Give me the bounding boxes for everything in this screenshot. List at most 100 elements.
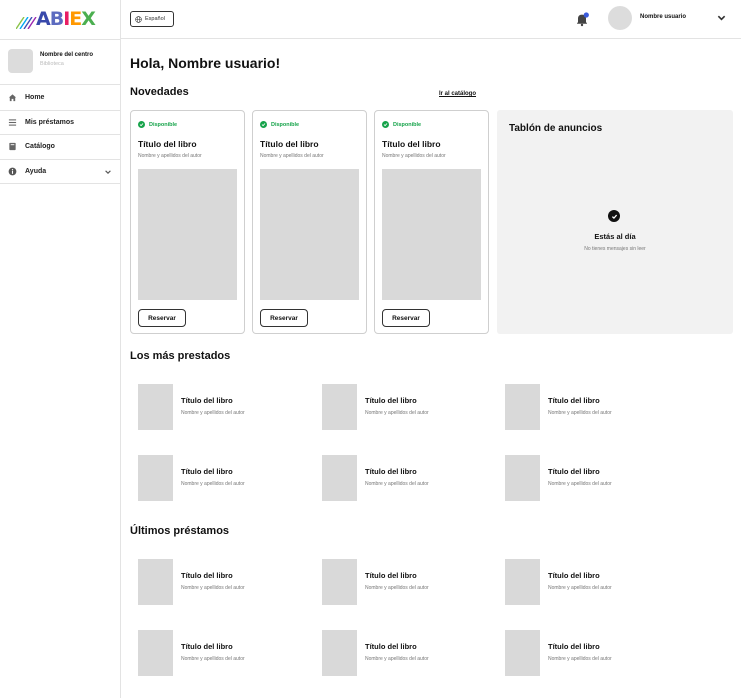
book-title: Título del libro <box>365 642 417 651</box>
book-title: Título del libro <box>365 396 417 405</box>
announcement-board: Tablón de anuncios Estás al día No tiene… <box>497 110 733 334</box>
center-avatar <box>8 49 33 73</box>
bell-icon[interactable] <box>574 11 590 27</box>
book-author: Nombre y apellidos del autor <box>181 656 245 662</box>
status-badge: Disponible <box>382 121 421 128</box>
sidebar-item-ayuda[interactable]: Ayuda <box>0 160 121 184</box>
check-circle-icon <box>608 210 620 222</box>
notification-dot <box>583 12 589 18</box>
book-title[interactable]: Título del libro <box>138 139 197 149</box>
globe-icon <box>135 15 142 23</box>
center-info: Nombre del centro Biblioteca <box>0 39 121 85</box>
sidebar-item-home[interactable]: Home <box>0 86 121 111</box>
book-author: Nombre y apellidos del autor <box>548 656 612 662</box>
topbar: Español Nombre usuario <box>121 0 741 39</box>
sidebar-item-catalogo[interactable]: Catálogo <box>0 135 121 160</box>
book-cover <box>322 559 357 605</box>
book-cover <box>322 384 357 430</box>
book-cover <box>138 630 173 676</box>
book-author: Nombre y apellidos del autor <box>548 585 612 591</box>
sidebar-item-label: Home <box>25 94 45 102</box>
book-card: Disponible Título del libro Nombre y ape… <box>252 110 367 334</box>
status-badge: Disponible <box>260 121 299 128</box>
book-title: Título del libro <box>548 467 600 476</box>
language-label: Español <box>145 16 165 22</box>
reserve-button[interactable]: Reservar <box>260 309 308 327</box>
book-cover <box>322 630 357 676</box>
book-cover <box>505 384 540 430</box>
book-author: Nombre y apellidos del autor <box>260 153 324 159</box>
book-author: Nombre y apellidos del autor <box>181 481 245 487</box>
book-title[interactable]: Título del libro <box>260 139 319 149</box>
book-title: Título del libro <box>181 396 233 405</box>
list-item[interactable]: Título del libro Nombre y apellidos del … <box>322 630 497 676</box>
book-card: Disponible Título del libro Nombre y ape… <box>374 110 489 334</box>
list-item[interactable]: Título del libro Nombre y apellidos del … <box>138 559 313 605</box>
book-author: Nombre y apellidos del autor <box>548 481 612 487</box>
book-title: Título del libro <box>548 571 600 580</box>
logo[interactable]: ABIEX <box>16 8 106 30</box>
book-cover <box>138 384 173 430</box>
book-author: Nombre y apellidos del autor <box>365 481 429 487</box>
status-label: Disponible <box>271 121 300 128</box>
book-title: Título del libro <box>548 396 600 405</box>
logo-text: ABIEX <box>36 8 96 30</box>
reserve-button[interactable]: Reservar <box>382 309 430 327</box>
board-message: No tienes mensajes sin leer <box>584 246 646 252</box>
list-item[interactable]: Título del libro Nombre y apellidos del … <box>322 455 497 501</box>
check-circle-icon <box>138 121 145 128</box>
avatar[interactable] <box>608 6 632 30</box>
center-type: Biblioteca <box>40 61 64 67</box>
board-status: Estás al día <box>594 232 636 241</box>
book-author: Nombre y apellidos del autor <box>181 410 245 416</box>
book-title: Título del libro <box>181 467 233 476</box>
reserve-button[interactable]: Reservar <box>138 309 186 327</box>
list-item[interactable]: Título del libro Nombre y apellidos del … <box>322 384 497 430</box>
section-title-recent-loans: Últimos préstamos <box>130 525 230 537</box>
book-title: Título del libro <box>365 571 417 580</box>
book-author: Nombre y apellidos del autor <box>548 410 612 416</box>
book-author: Nombre y apellidos del autor <box>138 153 202 159</box>
check-circle-icon <box>382 121 389 128</box>
book-title: Título del libro <box>548 642 600 651</box>
book-cover[interactable] <box>382 169 481 300</box>
chevron-down-icon[interactable] <box>717 14 726 22</box>
list-item[interactable]: Título del libro Nombre y apellidos del … <box>505 630 680 676</box>
book-card: Disponible Título del libro Nombre y ape… <box>130 110 245 334</box>
book-cover <box>505 455 540 501</box>
book-title[interactable]: Título del libro <box>382 139 441 149</box>
book-cover <box>505 559 540 605</box>
book-cover[interactable] <box>260 169 359 300</box>
book-author: Nombre y apellidos del autor <box>365 410 429 416</box>
list-item[interactable]: Título del libro Nombre y apellidos del … <box>505 384 680 430</box>
section-title-novedades: Novedades <box>130 86 189 98</box>
sidebar-item-label: Mis préstamos <box>25 118 75 126</box>
list-item[interactable]: Título del libro Nombre y apellidos del … <box>138 630 313 676</box>
book-cover <box>138 559 173 605</box>
home-icon <box>8 93 17 102</box>
book-cover[interactable] <box>138 169 237 300</box>
list-item[interactable]: Título del libro Nombre y apellidos del … <box>322 559 497 605</box>
book-author: Nombre y apellidos del autor <box>181 585 245 591</box>
status-badge: Disponible <box>138 121 177 128</box>
list-item[interactable]: Título del libro Nombre y apellidos del … <box>505 559 680 605</box>
book-title: Título del libro <box>181 571 233 580</box>
book-author: Nombre y apellidos del autor <box>365 585 429 591</box>
sidebar-item-label: Catálogo <box>25 143 55 151</box>
center-name: Nombre del centro <box>40 52 94 58</box>
book-cover <box>138 455 173 501</box>
catalog-link[interactable]: Ir al catálogo <box>439 91 476 97</box>
list-item[interactable]: Título del libro Nombre y apellidos del … <box>138 455 313 501</box>
book-author: Nombre y apellidos del autor <box>382 153 446 159</box>
list-item[interactable]: Título del libro Nombre y apellidos del … <box>505 455 680 501</box>
language-button[interactable]: Español <box>130 11 174 27</box>
user-name[interactable]: Nombre usuario <box>640 14 686 20</box>
list-item[interactable]: Título del libro Nombre y apellidos del … <box>138 384 313 430</box>
sidebar-item-mis-prestamos[interactable]: Mis préstamos <box>0 111 121 135</box>
chevron-down-icon[interactable] <box>104 168 112 176</box>
board-title: Tablón de anuncios <box>509 123 603 134</box>
check-circle-icon <box>260 121 267 128</box>
page-title: Hola, Nombre usuario! <box>130 55 281 71</box>
book-title: Título del libro <box>365 467 417 476</box>
sidebar-nav: Home Mis préstamos Catálogo Ayuda <box>0 86 121 184</box>
